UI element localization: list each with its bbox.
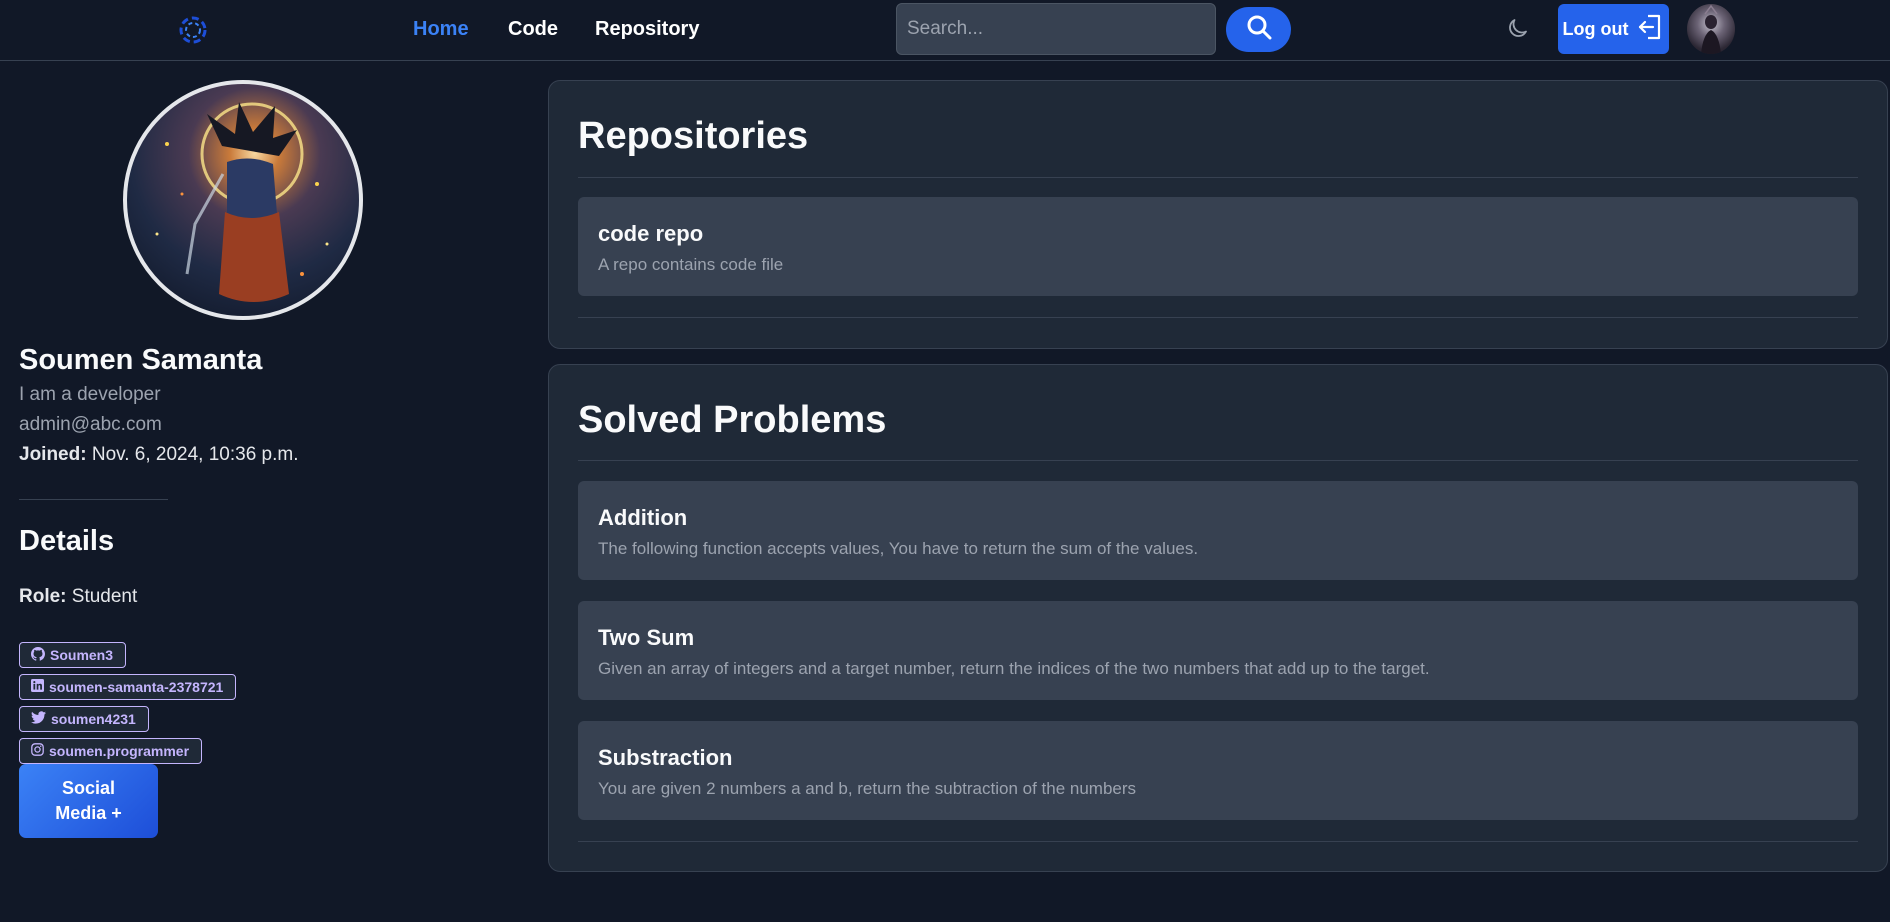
problem-name: Substraction bbox=[598, 745, 733, 770]
logout-icon bbox=[1638, 13, 1664, 46]
divider bbox=[19, 499, 168, 500]
twitter-icon bbox=[31, 711, 46, 727]
repositories-card: Repositories code repo A repo contains c… bbox=[548, 80, 1888, 349]
social-link-github[interactable]: Soumen3 bbox=[19, 642, 127, 668]
profile-picture bbox=[123, 80, 363, 320]
problem-item[interactable]: Addition The following function accepts … bbox=[578, 481, 1858, 580]
repositories-heading: Repositories bbox=[578, 115, 809, 157]
navbar: Home Code Repository Log out bbox=[0, 0, 1890, 61]
instagram-icon bbox=[31, 743, 44, 759]
repository-name: code repo bbox=[598, 221, 704, 246]
problem-name: Two Sum bbox=[598, 625, 695, 650]
solved-problems-heading: Solved Problems bbox=[578, 399, 887, 441]
social-link-instagram[interactable]: soumen.programmer bbox=[19, 738, 203, 764]
details-heading: Details bbox=[19, 525, 115, 557]
repository-item[interactable]: code repo A repo contains code file bbox=[578, 197, 1858, 296]
profile-name: Soumen Samanta bbox=[19, 344, 263, 376]
search-input[interactable] bbox=[896, 3, 1216, 55]
social-label: soumen4231 bbox=[51, 711, 136, 727]
social-link-linkedin[interactable]: soumen-samanta-2378721 bbox=[19, 674, 237, 700]
joined-label: Joined: bbox=[19, 444, 87, 465]
dark-mode-toggle[interactable] bbox=[1504, 16, 1532, 44]
nav-link-code[interactable]: Code bbox=[508, 18, 558, 41]
problem-item[interactable]: Two Sum Given an array of integers and a… bbox=[578, 601, 1858, 700]
divider bbox=[578, 460, 1858, 461]
profile-bio: I am a developer bbox=[19, 384, 161, 405]
search-button[interactable] bbox=[1226, 7, 1291, 52]
social-label: soumen.programmer bbox=[49, 743, 190, 759]
add-social-media-button[interactable]: Social Media + bbox=[19, 764, 158, 838]
problem-name: Addition bbox=[598, 505, 688, 530]
search-icon bbox=[1245, 13, 1273, 46]
role-value: Student bbox=[71, 586, 138, 607]
social-label: Soumen3 bbox=[50, 647, 114, 663]
joined-date: Joined: Nov. 6, 2024, 10:36 p.m. bbox=[19, 444, 299, 466]
github-icon bbox=[31, 646, 46, 664]
logout-label: Log out bbox=[1562, 18, 1629, 39]
problem-description: You are given 2 numbers a and b, return … bbox=[598, 779, 1137, 798]
problem-item[interactable]: Substraction You are given 2 numbers a a… bbox=[578, 721, 1858, 820]
nav-link-repository[interactable]: Repository bbox=[595, 18, 699, 41]
divider bbox=[578, 177, 1858, 178]
divider bbox=[578, 317, 1858, 318]
avatar[interactable] bbox=[1687, 4, 1735, 54]
moon-icon bbox=[1506, 16, 1530, 45]
repository-description: A repo contains code file bbox=[598, 255, 784, 274]
social-label: soumen-samanta-2378721 bbox=[49, 679, 224, 695]
linkedin-icon bbox=[31, 679, 44, 695]
problem-description: Given an array of integers and a target … bbox=[598, 659, 1430, 678]
social-link-twitter[interactable]: soumen4231 bbox=[19, 706, 149, 732]
role-label: Role: bbox=[19, 586, 67, 607]
logout-button[interactable]: Log out bbox=[1558, 4, 1669, 54]
joined-value: Nov. 6, 2024, 10:36 p.m. bbox=[91, 444, 299, 465]
solved-problems-card: Solved Problems Addition The following f… bbox=[548, 364, 1888, 872]
problem-description: The following function accepts values, Y… bbox=[598, 539, 1199, 558]
divider bbox=[578, 841, 1858, 842]
nav-link-home[interactable]: Home bbox=[413, 18, 469, 41]
logo-icon[interactable] bbox=[176, 13, 210, 47]
role: Role: Student bbox=[19, 586, 137, 608]
profile-email: admin@abc.com bbox=[19, 414, 162, 435]
